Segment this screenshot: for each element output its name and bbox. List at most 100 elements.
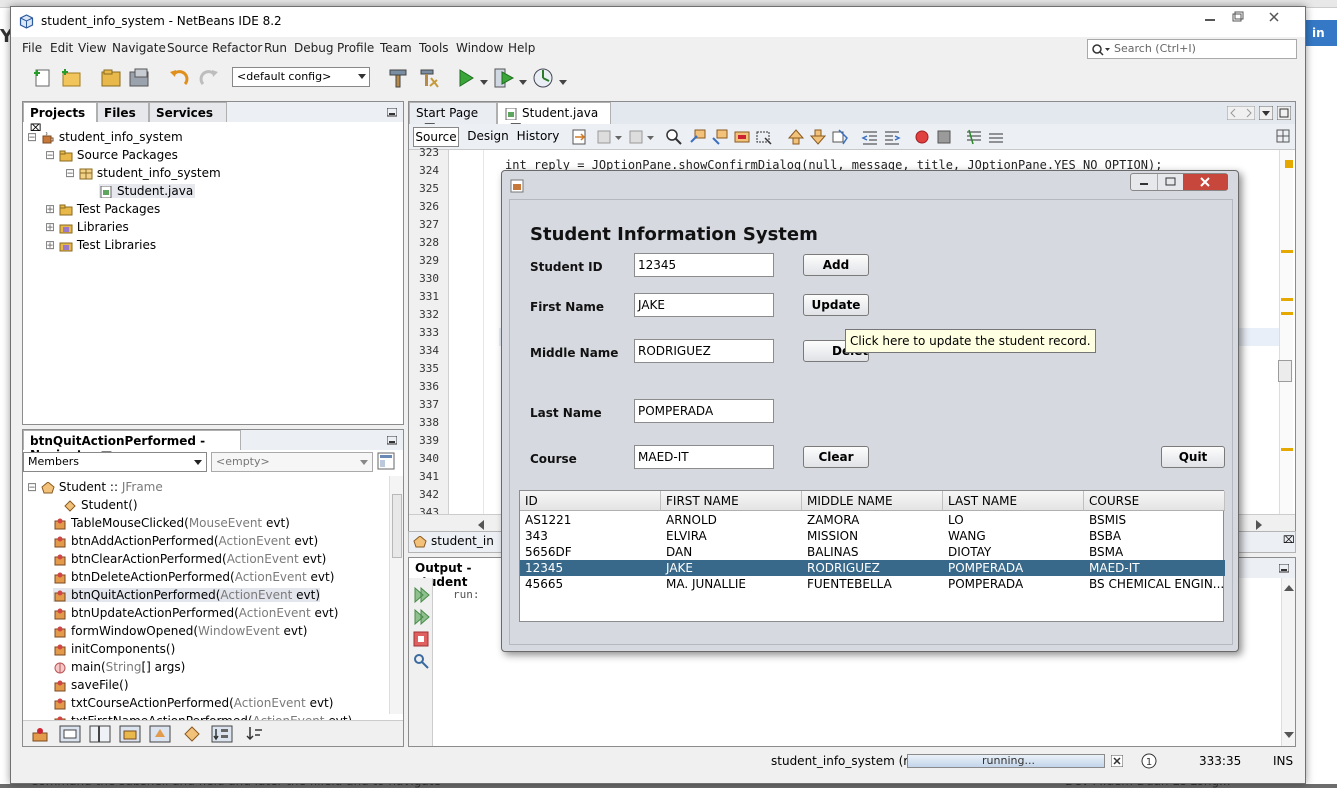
navigator-member[interactable]: saveFile() [53, 678, 129, 692]
menu-source[interactable]: Source [167, 41, 208, 55]
back-dropdown-icon[interactable] [615, 136, 622, 141]
navigator-member[interactable]: btnQuitActionPerformed(ActionEvent evt) [53, 588, 321, 602]
dialog-title-bar[interactable] [502, 171, 1238, 199]
table-column-header[interactable]: LAST NAME [943, 491, 1084, 511]
scroll-right-icon[interactable] [1255, 520, 1263, 530]
error-stripe-marker[interactable] [1281, 250, 1293, 253]
shift-right-icon[interactable] [883, 128, 901, 146]
title-bar[interactable]: student_info_system - NetBeans IDE 8.2 [11, 7, 1305, 37]
menu-tools[interactable]: Tools [419, 41, 449, 55]
source-mode-button[interactable]: Source [413, 127, 459, 147]
filter-select[interactable]: <empty> [211, 452, 373, 472]
menu-window[interactable]: Window [456, 41, 503, 55]
debug-dropdown-icon[interactable] [519, 80, 527, 86]
shift-left-icon[interactable] [861, 128, 879, 146]
navigator-member[interactable]: initComponents() [53, 642, 175, 656]
close-project-icon[interactable] [127, 66, 151, 90]
uncomment-icon[interactable] [987, 128, 1005, 146]
toggle-bookmark-icon[interactable] [831, 128, 849, 146]
maximize-editor-icon[interactable] [1277, 106, 1291, 120]
back-icon[interactable] [595, 128, 613, 146]
tab-scroll-icon[interactable] [1227, 106, 1255, 120]
start-macro-icon[interactable] [913, 128, 931, 146]
navigator-member[interactable]: Student() [53, 498, 138, 512]
comment-icon[interactable] [965, 128, 983, 146]
table-column-header[interactable]: COURSE [1084, 491, 1225, 511]
navigator-member[interactable]: btnDeleteActionPerformed(ActionEvent evt… [53, 570, 334, 584]
tab-files[interactable]: Files [97, 102, 149, 122]
menu-refactor[interactable]: Refactor [212, 41, 262, 55]
open-project-icon[interactable] [99, 66, 123, 90]
scroll-down-icon[interactable] [1284, 732, 1294, 739]
middle-name-field[interactable]: RODRIGUEZ [634, 339, 774, 363]
clean-build-icon[interactable] [417, 66, 441, 90]
course-field[interactable]: MAED-IT [634, 445, 774, 469]
menu-navigate[interactable]: Navigate [112, 41, 166, 55]
tab-navigator[interactable]: btnQuitActionPerformed - Navigator ⌧ [23, 430, 241, 462]
minimize-panel-icon[interactable] [387, 436, 397, 445]
tab-projects[interactable]: Projects ⌧ [23, 102, 97, 134]
undo-icon[interactable] [167, 66, 191, 90]
rerun-icon[interactable] [412, 586, 430, 604]
navigator-member[interactable]: TableMouseClicked(MouseEvent evt) [53, 516, 290, 530]
split-editor-icon[interactable] [1275, 128, 1293, 146]
history-mode-button[interactable]: History [513, 127, 563, 147]
run-project-icon[interactable] [454, 66, 478, 90]
tab-output[interactable]: Output - student [409, 558, 505, 589]
navigator-member[interactable]: btnAddActionPerformed(ActionEvent evt) [53, 534, 318, 548]
navigator-root[interactable]: ⊟ Student :: JFrame [27, 480, 163, 494]
last-edit-icon[interactable] [571, 128, 589, 146]
config-select[interactable]: <default config> [232, 67, 370, 87]
sort-alpha-icon[interactable] [211, 725, 233, 743]
progress-bar[interactable]: running... [907, 754, 1105, 768]
menu-file[interactable]: File [22, 41, 42, 55]
quit-button[interactable]: Quit [1161, 446, 1225, 468]
table-row[interactable]: 12345 JAKE RODRIGUEZ POMPERADA MAED-IT [520, 560, 1225, 576]
previous-bookmark-icon[interactable] [787, 128, 805, 146]
minimize-panel-icon[interactable] [1279, 564, 1289, 573]
stop-icon[interactable] [412, 630, 430, 648]
menu-help[interactable]: Help [508, 41, 535, 55]
sort-by-source-icon[interactable] [183, 725, 201, 743]
table-column-header[interactable]: FIRST NAME [661, 491, 802, 511]
error-stripe-marker[interactable] [1281, 298, 1293, 301]
find-previous-icon[interactable] [689, 128, 707, 146]
menu-run[interactable]: Run [264, 41, 287, 55]
forward-dropdown-icon[interactable] [647, 136, 654, 141]
member-nav-tab[interactable]: student_in [413, 534, 494, 548]
new-file-icon[interactable] [31, 66, 55, 90]
menu-edit[interactable]: Edit [50, 41, 73, 55]
clear-button[interactable]: Clear [803, 446, 869, 468]
toggle-highlight-icon[interactable] [755, 128, 773, 146]
table-row[interactable]: AS1221 ARNOLD ZAMORA LO BSMIS [520, 512, 1225, 528]
navigator-options-icon[interactable] [377, 452, 395, 470]
profile-project-icon[interactable] [531, 66, 555, 90]
table-column-header[interactable]: MIDDLE NAME [802, 491, 943, 511]
scroll-up-icon[interactable] [1284, 584, 1294, 591]
next-bookmark-icon[interactable] [809, 128, 827, 146]
members-select[interactable]: Members [23, 452, 207, 472]
tab-services[interactable]: Services [149, 102, 227, 122]
tab-list-icon[interactable] [1259, 106, 1273, 120]
new-project-icon[interactable] [59, 66, 83, 90]
tree-node-test-packages[interactable]: ⊞ Test Packages [45, 202, 160, 216]
minimize-panel-icon[interactable] [387, 108, 397, 117]
tree-node-test-libraries[interactable]: ⊞ Test Libraries [45, 238, 156, 252]
minimize-button[interactable] [1197, 11, 1223, 29]
filter-inherited-icon[interactable] [149, 725, 171, 743]
rerun-with-params-icon[interactable] [412, 608, 430, 626]
forward-icon[interactable] [627, 128, 645, 146]
last-name-field[interactable]: POMPERADA [634, 399, 774, 423]
tab-start-page[interactable]: Start Page ⌧ [409, 102, 497, 134]
table-row[interactable]: 343 ELVIRA MISSION WANG BSBA [520, 528, 1225, 544]
filter-static-icon[interactable] [89, 725, 111, 743]
sort-desc-icon[interactable] [245, 725, 263, 743]
navigator-member[interactable]: main(String[] args) [53, 660, 185, 674]
navigator-member[interactable]: txtCourseActionPerformed(ActionEvent evt… [53, 696, 333, 710]
build-hammer-icon[interactable] [386, 66, 410, 90]
scroll-thumb[interactable] [1278, 360, 1292, 382]
menu-debug[interactable]: Debug [294, 41, 333, 55]
navigator-member[interactable]: formWindowOpened(WindowEvent evt) [53, 624, 307, 638]
table-row[interactable]: 5656DF DAN BALINAS DIOTAY BSMA [520, 544, 1225, 560]
filter-fields-icon[interactable] [59, 725, 81, 743]
